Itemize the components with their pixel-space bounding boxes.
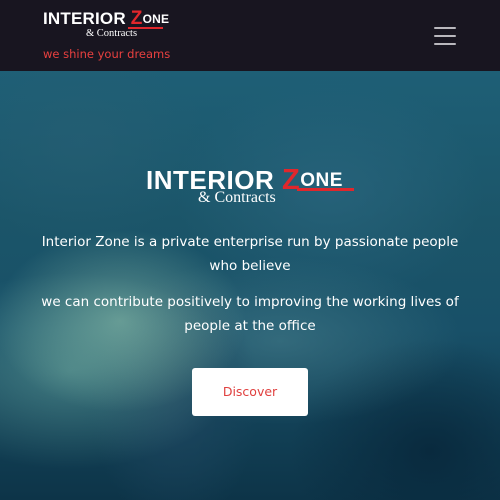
page: INTERIOR ZONE & Contracts we shine your … [0, 0, 500, 500]
hero-logo-subtitle: & Contracts [198, 189, 276, 206]
menu-bar-line [434, 43, 456, 45]
logo-subtitle: & Contracts [86, 28, 138, 39]
header-logo[interactable]: INTERIOR ZONE & Contracts [43, 8, 173, 42]
hero-logo: INTERIOR ZONE & Contracts [146, 164, 366, 211]
hero-paragraph-2: we can contribute positively to improvin… [41, 294, 459, 334]
logo-letter-z: Z [130, 8, 143, 29]
hamburger-menu-icon[interactable] [434, 27, 456, 45]
tagline: we shine your dreams [43, 47, 171, 61]
menu-bar-line [434, 27, 456, 29]
logo-text-one: ONE [142, 12, 170, 26]
hero-section: INTERIOR ZONE & Contracts Interior Zone … [0, 71, 500, 500]
site-header: INTERIOR ZONE & Contracts we shine your … [0, 0, 500, 71]
menu-bar-line [434, 35, 456, 37]
discover-button[interactable]: Discover [192, 368, 308, 416]
logo-text-interior: INTERIOR [43, 9, 126, 28]
hero-logo-underline [297, 188, 354, 191]
hero-paragraph-1: Interior Zone is a private enterprise ru… [41, 234, 459, 274]
hero-logo-letter-z: Z [281, 164, 301, 196]
